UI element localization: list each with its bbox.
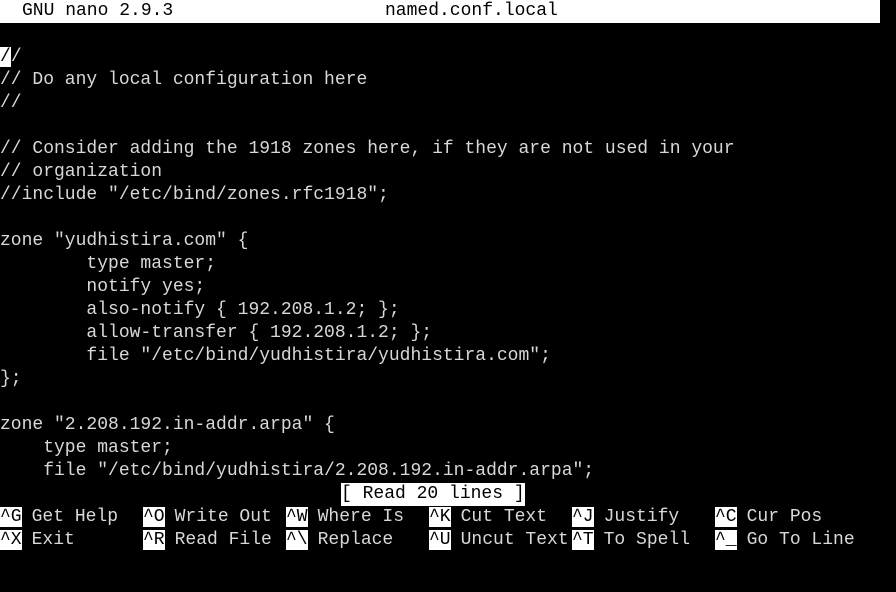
shortcut-label: Justify (603, 507, 680, 527)
shortcut-key: ^_ (715, 530, 737, 550)
shortcut-label: Cut Text (460, 507, 548, 527)
shortcut-label: Cur Pos (746, 507, 823, 527)
shortcut-label: Exit (31, 530, 75, 550)
shortcut-label: Uncut Text (460, 530, 569, 550)
editor-line[interactable]: // (0, 46, 22, 69)
editor-line[interactable]: }; (0, 368, 22, 391)
shortcut-label: Replace (317, 530, 394, 550)
shortcut-write-out[interactable]: ^O Write Out (143, 506, 272, 529)
shortcut-key: ^\ (286, 530, 308, 550)
editor-line[interactable]: // Do any local configuration here (0, 69, 367, 92)
shortcut-key: ^W (286, 507, 308, 527)
shortcut-key: ^T (572, 530, 594, 550)
shortcut-key: ^G (0, 507, 22, 527)
shortcut-key: ^R (143, 530, 165, 550)
shortcut-replace[interactable]: ^\ Replace (286, 529, 393, 552)
editor-line[interactable]: // Consider adding the 1918 zones here, … (0, 138, 735, 161)
shortcut-where-is[interactable]: ^W Where Is (286, 506, 404, 529)
editor-line[interactable]: type master; (0, 253, 216, 276)
shortcut-key: ^U (429, 530, 451, 550)
editor-area[interactable]: // // Do any local configuration here //… (0, 46, 896, 483)
editor-line[interactable]: // (0, 92, 22, 115)
shortcut-label: Read File (174, 530, 272, 550)
shortcut-label: To Spell (603, 530, 691, 550)
shortcut-to-spell[interactable]: ^T To Spell (572, 529, 690, 552)
editor-line[interactable]: zone "2.208.192.in-addr.arpa" { (0, 414, 335, 437)
app-name: GNU nano 2.9.3 (22, 1, 174, 21)
shortcut-key: ^X (0, 530, 22, 550)
shortcut-read-file[interactable]: ^R Read File (143, 529, 272, 552)
editor-line[interactable]: // organization (0, 161, 162, 184)
editor-line[interactable]: //include "/etc/bind/zones.rfc1918"; (0, 184, 389, 207)
shortcut-exit[interactable]: ^X Exit (0, 529, 75, 552)
shortcut-key: ^K (429, 507, 451, 527)
editor-line[interactable]: zone "yudhistira.com" { (0, 230, 248, 253)
shortcut-cur-pos[interactable]: ^C Cur Pos (715, 506, 822, 529)
line-rest: / (10, 47, 22, 67)
editor-line[interactable]: allow-transfer { 192.208.1.2; }; (0, 322, 432, 345)
shortcut-label: Get Help (31, 507, 119, 527)
shortcut-justify[interactable]: ^J Justify (572, 506, 679, 529)
shortcut-label: Go To Line (746, 530, 855, 550)
editor-line[interactable]: type master; (0, 437, 173, 460)
shortcut-label: Write Out (174, 507, 272, 527)
shortcut-key: ^O (143, 507, 165, 527)
shortcut-cut-text[interactable]: ^K Cut Text (429, 506, 547, 529)
shortcut-label: Where Is (317, 507, 405, 527)
editor-line[interactable]: also-notify { 192.208.1.2; }; (0, 299, 399, 322)
shortcut-key: ^J (572, 507, 594, 527)
shortcut-go-to-line[interactable]: ^_ Go To Line (715, 529, 855, 552)
shortcut-key: ^C (715, 507, 737, 527)
title-bar: GNU nano 2.9.3 named.conf.local (0, 0, 880, 23)
editor-line[interactable]: file "/etc/bind/yudhistira/yudhistira.co… (0, 345, 550, 368)
editor-line[interactable]: notify yes; (0, 276, 205, 299)
text-cursor: / (0, 47, 11, 67)
editor-line[interactable]: file "/etc/bind/yudhistira/2.208.192.in-… (0, 460, 594, 483)
file-name: named.conf.local (385, 1, 558, 21)
shortcut-get-help[interactable]: ^G Get Help (0, 506, 118, 529)
status-message: [ Read 20 lines ] (341, 483, 525, 506)
shortcut-uncut-text[interactable]: ^U Uncut Text (429, 529, 569, 552)
